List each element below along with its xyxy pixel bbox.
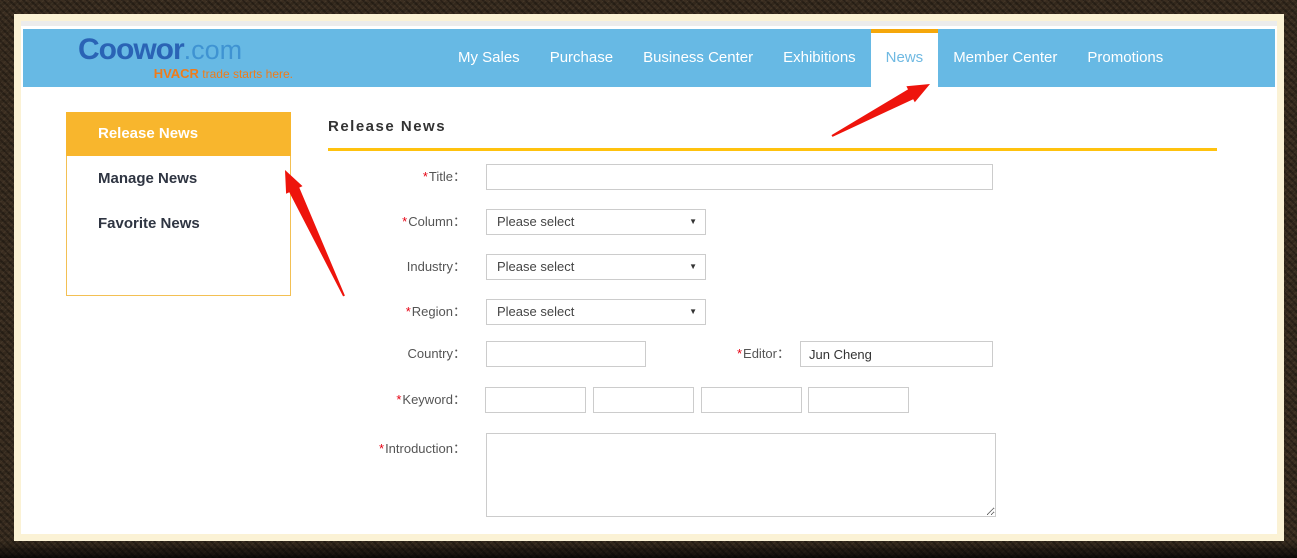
brand-logo-text: Coowor.com (78, 34, 293, 66)
dropdown-arrow-icon: ▼ (689, 300, 697, 324)
required-marker: * (737, 346, 742, 361)
region-label: *Region： (221, 299, 466, 325)
editor-input[interactable] (800, 341, 993, 367)
industry-label: Industry： (221, 254, 466, 280)
keyword-input-3[interactable] (701, 387, 802, 413)
bottom-shadow (0, 544, 1297, 558)
nav-item-business-center[interactable]: Business Center (628, 29, 768, 87)
dropdown-arrow-icon: ▼ (689, 210, 697, 234)
editor-label: *Editor： (621, 341, 790, 367)
industry-select[interactable]: Please select ▼ (486, 254, 706, 280)
page-title: Release News (328, 118, 446, 135)
required-marker: * (423, 169, 428, 184)
nav-item-exhibitions[interactable]: Exhibitions (768, 29, 871, 87)
region-select-value: Please select (497, 304, 574, 319)
page-frame: Coowor.com HVACR trade starts here. My S… (14, 14, 1284, 541)
title-label: *Title： (221, 164, 466, 190)
column-select[interactable]: Please select ▼ (486, 209, 706, 235)
nav-item-my-sales[interactable]: My Sales (443, 29, 535, 87)
required-marker: * (396, 392, 401, 407)
keyword-input-1[interactable] (485, 387, 586, 413)
industry-select-value: Please select (497, 259, 574, 274)
nav-item-news[interactable]: News (871, 29, 939, 87)
country-label: Country： (221, 341, 466, 367)
sidebar-item-release-news[interactable]: Release News (66, 112, 291, 156)
required-marker: * (406, 304, 411, 319)
nav-item-promotions[interactable]: Promotions (1072, 29, 1178, 87)
title-input[interactable] (486, 164, 993, 190)
header-navbar: Coowor.com HVACR trade starts here. My S… (23, 29, 1275, 87)
main-nav: My Sales Purchase Business Center Exhibi… (443, 29, 1178, 87)
introduction-textarea[interactable] (486, 433, 996, 517)
brand-tagline-rest: trade starts here. (199, 67, 293, 81)
region-select[interactable]: Please select ▼ (486, 299, 706, 325)
brand-logo[interactable]: Coowor.com HVACR trade starts here. (78, 34, 293, 81)
column-select-value: Please select (497, 214, 574, 229)
required-marker: * (402, 214, 407, 229)
nav-item-member-center[interactable]: Member Center (938, 29, 1072, 87)
brand-tld: .com (184, 35, 243, 65)
brand-name: Coowor (78, 33, 184, 66)
page-content: Coowor.com HVACR trade starts here. My S… (21, 21, 1277, 534)
keyword-input-2[interactable] (593, 387, 694, 413)
required-marker: * (379, 441, 384, 456)
introduction-label: *Introduction： (221, 436, 466, 462)
heading-underline (328, 148, 1217, 151)
top-strip (21, 21, 1277, 26)
brand-tagline: HVACR trade starts here. (78, 66, 293, 81)
column-label: *Column： (221, 209, 466, 235)
brand-tagline-bold: HVACR (154, 66, 199, 81)
keyword-label: *Keyword： (221, 387, 466, 413)
keyword-input-4[interactable] (808, 387, 909, 413)
nav-item-purchase[interactable]: Purchase (535, 29, 628, 87)
dropdown-arrow-icon: ▼ (689, 255, 697, 279)
